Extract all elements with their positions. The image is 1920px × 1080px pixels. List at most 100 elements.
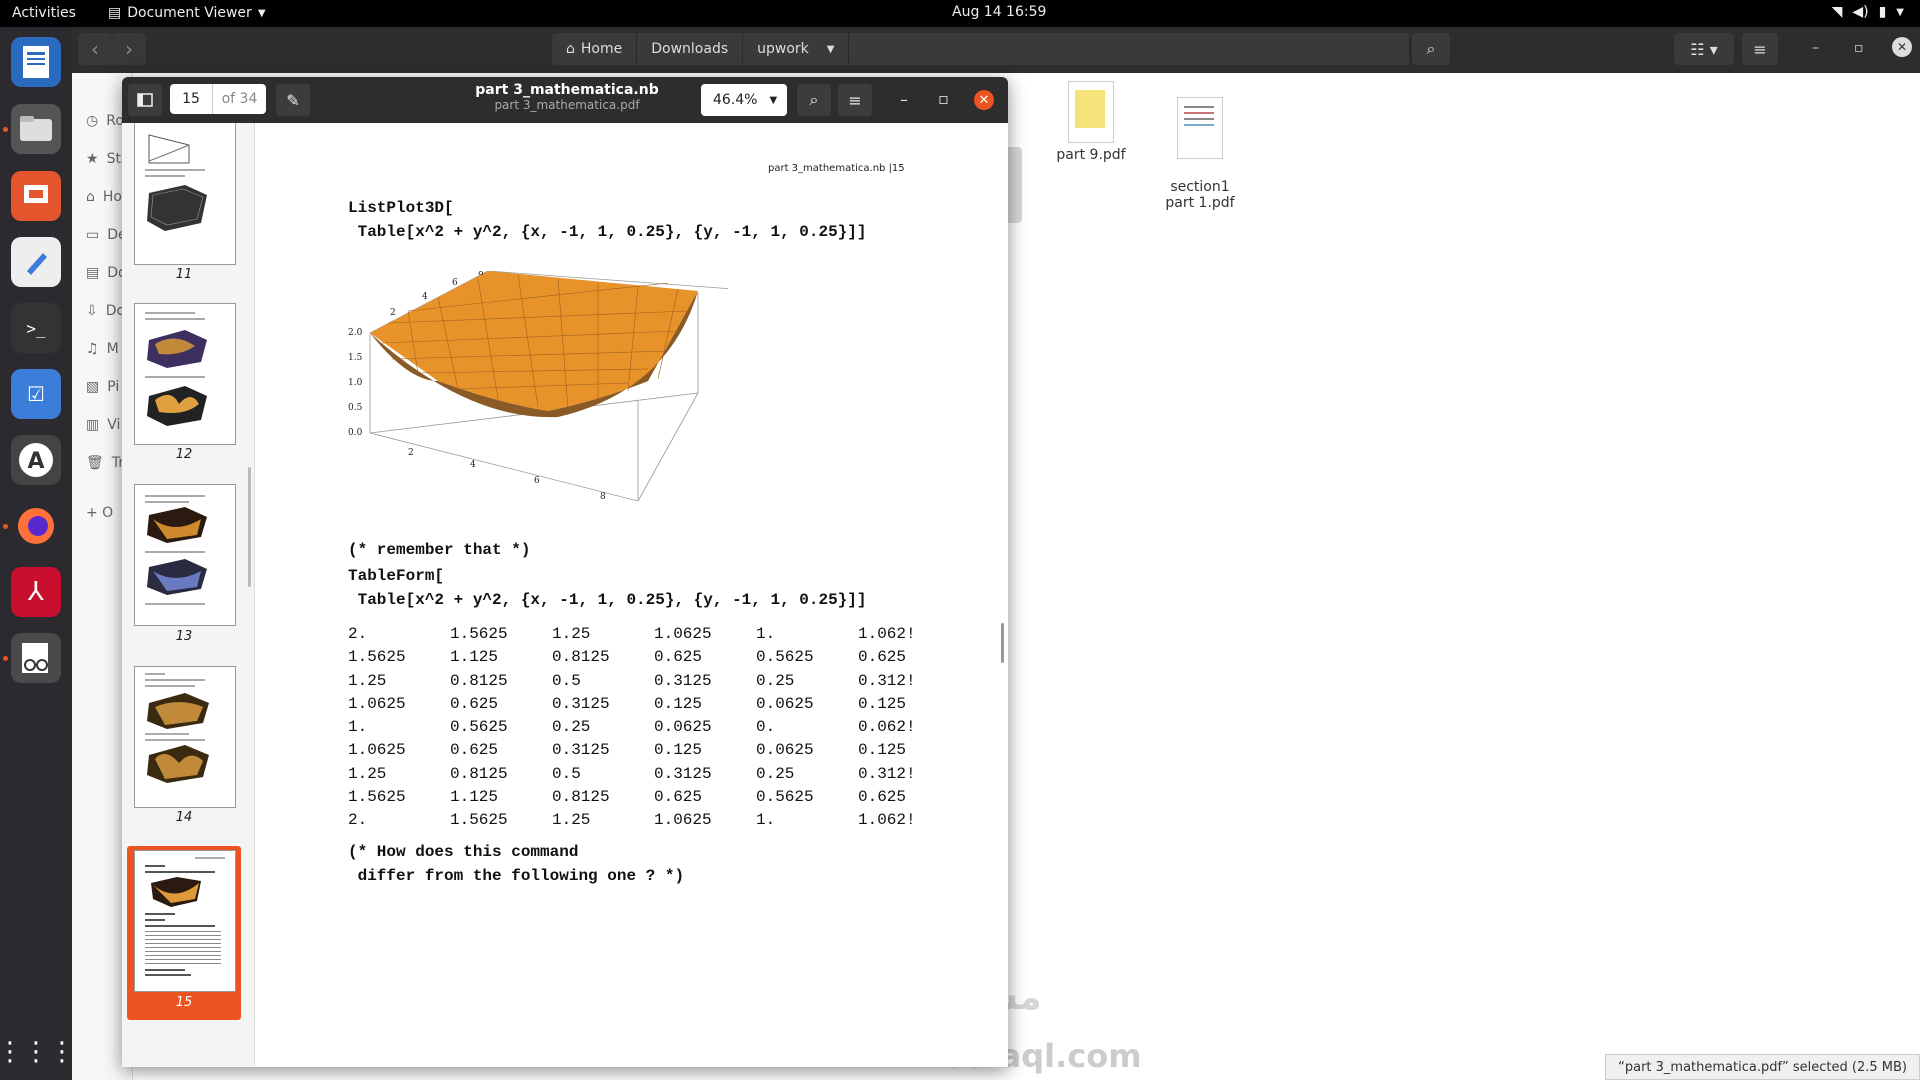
table-cell: 1.062! — [858, 625, 916, 643]
path-home[interactable]: ⌂ Home — [552, 33, 638, 65]
document-icon: ▤ — [108, 5, 122, 21]
pencil-icon: ✎ — [286, 90, 300, 110]
thumbnail-sidebar: 11 12 13 14 15 — [122, 123, 255, 1067]
document-title: part 3_mathematica.nb — [475, 82, 659, 98]
plot-3d-surface: 2.0 1.5 1.0 0.5 0.0 2 4 6 8 2 4 6 8 — [348, 271, 728, 502]
app-menu[interactable]: ▤ Document Viewer ▼ — [108, 5, 266, 21]
sidebar-item-documents[interactable]: ▤ Do — [86, 265, 127, 281]
picture-icon: ▧ — [86, 379, 100, 395]
table-form-output: 2. 1.5625 1.25 1.0625 1. 1.062! 1.5625 1.125 0.8… — [348, 625, 916, 835]
impress-icon[interactable] — [11, 171, 61, 221]
table-cell: 0.25 — [552, 718, 591, 737]
path-spacer — [849, 33, 1411, 65]
svg-text:A: A — [27, 449, 44, 474]
table-cell: 0.8125 — [552, 788, 610, 807]
sidebar-item-recent[interactable]: ◷ Ro — [86, 113, 124, 129]
table-cell: 0.0625 — [756, 694, 814, 713]
app-grid-icon[interactable]: ⋮⋮⋮ — [0, 1027, 75, 1077]
close-button[interactable]: ✕ — [1892, 37, 1912, 57]
minimize-button[interactable]: – — [900, 90, 908, 109]
system-menu[interactable]: ◥ ◀) ▮ ▼ — [1832, 4, 1904, 20]
table-cell: 0.625 — [654, 648, 703, 667]
file-item[interactable]: part 9.pdf — [1036, 81, 1146, 163]
chevron-down-icon: ▼ — [257, 7, 266, 19]
table-cell: 0.8125 — [450, 671, 508, 690]
dock: >_ ☑ A ⅄ ⋮⋮⋮ — [0, 27, 75, 1080]
path-downloads[interactable]: Downloads — [637, 33, 744, 65]
sidebar-item-other[interactable]: + O — [86, 505, 113, 521]
sidebar-item-home[interactable]: ⌂ Ho — [86, 189, 122, 205]
sidebar-item-videos[interactable]: ▥ Vi — [86, 417, 120, 433]
sidebar-toggle-button[interactable] — [128, 84, 162, 116]
page-thumbnail[interactable] — [134, 303, 236, 445]
y-tick-label: 6 — [452, 278, 458, 288]
table-cell: 0.3125 — [654, 671, 712, 690]
table-cell: 0.125 — [654, 694, 703, 713]
code-line: ListPlot3D[ — [348, 199, 454, 217]
thumbnail-label: 12 — [175, 447, 193, 462]
sidebar-item-music[interactable]: ♫ M — [86, 341, 119, 357]
sidebar-item-pictures[interactable]: ▧ Pi — [86, 379, 119, 395]
comment-line: (* How does this command — [348, 843, 579, 861]
table-cell: 1.0625 — [654, 625, 712, 643]
table-cell: 1. — [756, 811, 776, 830]
volume-icon: ◀) — [1852, 4, 1869, 20]
close-button[interactable]: ✕ — [974, 90, 994, 110]
thumbnail-label: 11 — [175, 267, 193, 282]
writer-icon[interactable] — [11, 37, 61, 87]
battery-icon: ▮ — [1878, 4, 1887, 20]
text-editor-icon[interactable] — [11, 237, 61, 287]
forward-button[interactable]: › — [112, 33, 146, 65]
tasks-icon[interactable]: ☑ — [11, 369, 61, 419]
table-cell: 0.312! — [858, 671, 916, 690]
page-thumbnail-selected[interactable] — [134, 850, 236, 992]
acrobat-icon[interactable]: ⅄ — [11, 567, 61, 617]
z-tick-label: 1.5 — [348, 353, 363, 363]
thumbnail-label: 13 — [175, 629, 193, 644]
table-cell: 0.625 — [450, 741, 499, 760]
activities-button[interactable]: Activities — [12, 5, 76, 21]
menu-button[interactable]: ≡ — [1742, 33, 1778, 65]
maximize-button[interactable]: ▫ — [938, 89, 949, 108]
back-button[interactable]: ‹ — [78, 33, 112, 65]
path-upwork[interactable]: upwork ▼ — [743, 33, 850, 65]
table-row: 1.5625 1.125 0.8125 0.625 0.5625 0.625 — [348, 788, 914, 811]
page-scrollbar[interactable] — [1001, 623, 1004, 663]
search-button[interactable]: ⌕ — [797, 84, 831, 116]
table-cell: 0.5 — [552, 671, 581, 690]
thumbnail-scrollbar[interactable] — [248, 467, 251, 587]
table-cell: 1.0625 — [348, 694, 406, 713]
page-number-field[interactable]: 15 of 34 — [170, 84, 266, 114]
search-button[interactable]: ⌕ — [1412, 33, 1450, 65]
maximize-button[interactable]: ▫ — [1854, 40, 1864, 56]
minimize-button[interactable]: – — [1812, 40, 1819, 56]
software-icon[interactable]: A — [11, 435, 61, 485]
file-item[interactable]: section1 part 1.pdf — [1145, 81, 1255, 211]
table-cell: 1.125 — [450, 648, 499, 667]
sidebar-item-trash[interactable]: 🗑 Tr — [86, 455, 124, 471]
chevron-down-icon: ▼ — [826, 43, 835, 55]
page-thumbnail[interactable] — [134, 484, 236, 626]
table-row: 2. 1.5625 1.25 1.0625 1. 1.062! — [348, 811, 916, 834]
page-thumbnail[interactable] — [134, 123, 236, 265]
zoom-select[interactable]: 46.4% ▼ — [701, 84, 787, 116]
clock[interactable]: Aug 14 16:59 — [952, 4, 1046, 20]
menu-button[interactable]: ≡ — [838, 84, 872, 116]
sidebar-item-starred[interactable]: ★ St — [86, 151, 121, 167]
document-viewer-icon[interactable] — [11, 633, 61, 683]
pdf-thumbnail — [1177, 97, 1223, 159]
x-tick-label: 2 — [408, 448, 414, 458]
annotate-button[interactable]: ✎ — [276, 84, 310, 116]
sidebar-item-downloads[interactable]: ⇩ Do — [86, 303, 125, 319]
view-list-button[interactable]: ☷ ▾ — [1674, 33, 1734, 65]
page-thumbnail[interactable] — [134, 666, 236, 808]
current-page[interactable]: 15 — [170, 84, 213, 114]
table-cell: 0.0625 — [756, 741, 814, 760]
y-tick-label: 4 — [422, 292, 428, 302]
terminal-icon[interactable]: >_ — [11, 303, 61, 353]
files-icon[interactable] — [11, 104, 61, 154]
sidebar-item-desktop[interactable]: ▭ De — [86, 227, 127, 243]
table-cell: 0.125 — [858, 741, 907, 760]
firefox-icon[interactable] — [11, 501, 61, 551]
z-tick-label: 2.0 — [348, 328, 363, 338]
